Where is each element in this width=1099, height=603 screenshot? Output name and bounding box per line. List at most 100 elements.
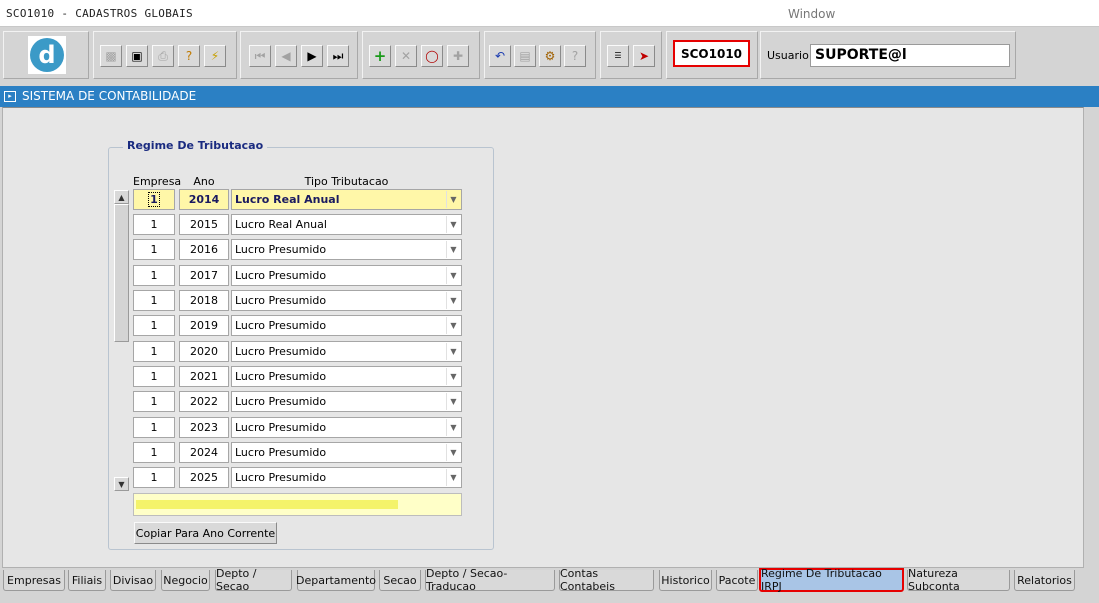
tab-depto-secao-traducao[interactable]: Depto / Secao-Traducao <box>425 567 555 593</box>
options-icon[interactable]: ⚙ <box>539 45 561 67</box>
chevron-down-icon[interactable]: ▼ <box>446 292 460 309</box>
table-row[interactable]: 1 2020 Lucro Presumido ▼ <box>133 341 463 364</box>
vertical-scrollbar[interactable]: ▲ ▼ <box>114 190 129 491</box>
tipo-tributacao-select[interactable]: Lucro Presumido ▼ <box>231 442 462 463</box>
previous-record-icon[interactable]: ◀ <box>275 45 297 67</box>
ano-cell[interactable]: 2022 <box>179 391 229 412</box>
ano-cell[interactable]: 2024 <box>179 442 229 463</box>
empresa-cell[interactable]: 1 <box>133 442 175 463</box>
tipo-tributacao-select[interactable]: Lucro Real Anual ▼ <box>231 189 462 210</box>
ano-cell[interactable]: 2019 <box>179 315 229 336</box>
chevron-down-icon[interactable]: ▼ <box>446 368 460 385</box>
chevron-down-icon[interactable]: ▼ <box>446 216 460 233</box>
tipo-tributacao-select[interactable]: Lucro Presumido ▼ <box>231 315 462 336</box>
empresa-cell[interactable]: 1 <box>133 315 175 336</box>
chevron-down-icon[interactable]: ▼ <box>446 317 460 334</box>
table-row[interactable]: 1 2014 Lucro Real Anual ▼ <box>133 189 463 212</box>
ano-cell[interactable]: 2021 <box>179 366 229 387</box>
chevron-down-icon[interactable]: ▼ <box>446 267 460 284</box>
ano-cell[interactable]: 2015 <box>179 214 229 235</box>
empresa-cell[interactable]: 1 <box>133 341 175 362</box>
tab-divisao[interactable]: Divisao <box>110 570 156 591</box>
last-record-icon[interactable]: ⏭ <box>327 45 349 67</box>
table-row[interactable]: 1 2017 Lucro Presumido ▼ <box>133 265 463 288</box>
ano-cell[interactable]: 2025 <box>179 467 229 488</box>
scroll-down-icon[interactable]: ▼ <box>114 477 129 491</box>
ano-cell[interactable]: 2018 <box>179 290 229 311</box>
tab-regime-de-tributacao-irpj[interactable]: Regime De Tributacao IRPJ <box>759 567 904 593</box>
empresa-cell[interactable]: 1 <box>133 391 175 412</box>
usuario-field[interactable]: SUPORTE@l <box>810 44 1010 67</box>
printer-icon[interactable]: ⎙ <box>152 45 174 67</box>
first-record-icon[interactable]: ⏮ <box>249 45 271 67</box>
table-row[interactable]: 1 2019 Lucro Presumido ▼ <box>133 315 463 338</box>
table-row[interactable]: 1 2024 Lucro Presumido ▼ <box>133 442 463 465</box>
table-row[interactable]: 1 2015 Lucro Real Anual ▼ <box>133 214 463 237</box>
tab-pacote[interactable]: Pacote <box>716 570 758 591</box>
chevron-down-icon[interactable]: ▼ <box>446 469 460 486</box>
window-menu[interactable]: Window <box>788 7 835 21</box>
chevron-down-icon[interactable]: ▼ <box>446 419 460 436</box>
empresa-cell[interactable]: 1 <box>133 290 175 311</box>
exit-icon[interactable]: ➤ <box>633 45 655 67</box>
chevron-down-icon[interactable]: ▼ <box>446 241 460 258</box>
save-icon[interactable]: ▩ <box>100 45 122 67</box>
tipo-tributacao-select[interactable]: Lucro Presumido ▼ <box>231 265 462 286</box>
tab-empresas[interactable]: Empresas <box>3 570 65 591</box>
table-row[interactable]: 1 2025 Lucro Presumido ▼ <box>133 467 463 490</box>
empresa-cell[interactable]: 1 <box>133 417 175 438</box>
tab-departamento[interactable]: Departamento <box>296 570 376 591</box>
empresa-cell[interactable]: 1 <box>133 467 175 488</box>
execute-query-icon[interactable]: ⚡ <box>204 45 226 67</box>
scroll-thumb[interactable] <box>114 204 129 342</box>
tab-negocio[interactable]: Negocio <box>161 570 210 591</box>
tab-depto-secao[interactable]: Depto / Secao <box>215 567 292 593</box>
insert-record-icon[interactable]: + <box>369 45 391 67</box>
empresa-cell[interactable]: 1 <box>133 189 175 210</box>
next-record-icon[interactable]: ▶ <box>301 45 323 67</box>
tipo-tributacao-select[interactable]: Lucro Presumido ▼ <box>231 239 462 260</box>
tab-natureza-subconta[interactable]: Natureza Subconta <box>907 567 1010 593</box>
search-icon[interactable]: ◯ <box>421 45 443 67</box>
tab-contas-contabeis[interactable]: Contas Contabeis <box>559 567 654 593</box>
query-icon[interactable]: ? <box>178 45 200 67</box>
tipo-tributacao-select[interactable]: Lucro Presumido ▼ <box>231 341 462 362</box>
chevron-down-icon[interactable]: ▼ <box>446 191 460 208</box>
tipo-tributacao-select[interactable]: Lucro Real Anual ▼ <box>231 214 462 235</box>
empresa-cell[interactable]: 1 <box>133 239 175 260</box>
table-row[interactable]: 1 2021 Lucro Presumido ▼ <box>133 366 463 389</box>
ano-cell[interactable]: 2020 <box>179 341 229 362</box>
clipboard-icon[interactable]: ▤ <box>514 45 536 67</box>
help-icon[interactable]: ? <box>564 45 586 67</box>
tab-relatorios[interactable]: Relatorios <box>1014 570 1075 591</box>
print-preview-icon[interactable]: ▣ <box>126 45 148 67</box>
scroll-up-icon[interactable]: ▲ <box>114 190 129 204</box>
copiar-ano-corrente-button[interactable]: Copiar Para Ano Corrente <box>134 522 277 544</box>
empresa-cell[interactable]: 1 <box>133 265 175 286</box>
undo-icon[interactable]: ↶ <box>489 45 511 67</box>
clear-icon[interactable]: ✚ <box>447 45 469 67</box>
ano-cell[interactable]: 2017 <box>179 265 229 286</box>
chevron-down-icon[interactable]: ▼ <box>446 444 460 461</box>
chevron-down-icon[interactable]: ▼ <box>446 343 460 360</box>
table-row[interactable]: 1 2016 Lucro Presumido ▼ <box>133 239 463 262</box>
empresa-cell[interactable]: 1 <box>133 214 175 235</box>
chevron-down-icon[interactable]: ▼ <box>446 393 460 410</box>
tab-historico[interactable]: Historico <box>659 570 712 591</box>
menu-icon[interactable]: ☰ <box>607 45 629 67</box>
tipo-tributacao-select[interactable]: Lucro Presumido ▼ <box>231 290 462 311</box>
tab-filiais[interactable]: Filiais <box>68 570 106 591</box>
delete-record-icon[interactable]: ✕ <box>395 45 417 67</box>
table-row[interactable]: 1 2023 Lucro Presumido ▼ <box>133 417 463 440</box>
ano-cell[interactable]: 2023 <box>179 417 229 438</box>
tipo-tributacao-select[interactable]: Lucro Presumido ▼ <box>231 417 462 438</box>
tipo-tributacao-select[interactable]: Lucro Presumido ▼ <box>231 366 462 387</box>
empresa-cell[interactable]: 1 <box>133 366 175 387</box>
tab-secao[interactable]: Secao <box>379 570 421 591</box>
ano-cell[interactable]: 2014 <box>179 189 229 210</box>
table-row[interactable]: 1 2022 Lucro Presumido ▼ <box>133 391 463 414</box>
tipo-tributacao-select[interactable]: Lucro Presumido ▼ <box>231 467 462 488</box>
ano-cell[interactable]: 2016 <box>179 239 229 260</box>
table-row[interactable]: 1 2018 Lucro Presumido ▼ <box>133 290 463 313</box>
tipo-tributacao-select[interactable]: Lucro Presumido ▼ <box>231 391 462 412</box>
